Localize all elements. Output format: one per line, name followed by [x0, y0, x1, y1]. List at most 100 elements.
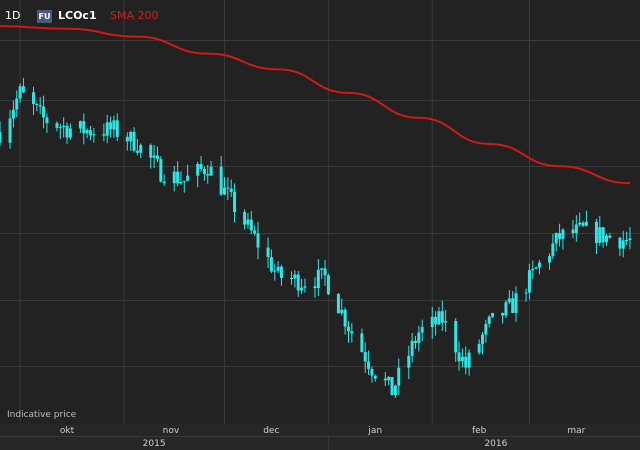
- candle-body: [491, 312, 495, 317]
- candle-body: [551, 243, 555, 257]
- candle-body: [313, 286, 317, 289]
- candle-body: [8, 118, 12, 143]
- candle-body: [507, 298, 511, 303]
- candle-body: [125, 136, 129, 142]
- candle-body: [625, 240, 629, 242]
- candle-body: [115, 120, 119, 137]
- candle-body: [45, 117, 49, 124]
- candle-body: [162, 181, 166, 184]
- candle-body: [316, 269, 320, 289]
- x-tick-label-month: mar: [567, 426, 585, 436]
- x-tick-label-month: okt: [60, 426, 75, 436]
- candle-body: [618, 237, 622, 249]
- candle-body: [460, 356, 464, 362]
- candle-body: [420, 327, 424, 333]
- candle-body: [383, 378, 387, 381]
- candle-body: [0, 132, 2, 143]
- instrument-type-badge: FU: [37, 10, 52, 23]
- candle-body: [430, 316, 434, 328]
- indicative-price-note: Indicative price: [7, 410, 77, 420]
- candle-body: [360, 333, 364, 352]
- candle-body: [457, 352, 461, 362]
- candle-body: [504, 302, 508, 316]
- candle-body: [346, 326, 350, 332]
- candle-body: [112, 120, 116, 130]
- candle-body: [608, 235, 612, 238]
- x-tick-label-month: feb: [472, 426, 487, 436]
- interval-label[interactable]: 1D: [5, 9, 20, 23]
- candle-body: [159, 158, 163, 182]
- candle-body: [598, 227, 602, 243]
- candle-body: [62, 125, 66, 128]
- candle-body: [243, 212, 247, 225]
- candle-body: [413, 340, 417, 343]
- candle-body: [481, 334, 485, 344]
- candle-body: [410, 340, 414, 356]
- candle-body: [249, 219, 253, 231]
- candle-body: [269, 257, 273, 272]
- candle-body: [276, 266, 280, 271]
- candle-body: [323, 268, 327, 276]
- candle-body: [135, 150, 139, 153]
- x-tick-label-month: dec: [263, 426, 279, 436]
- candle-body: [279, 266, 283, 278]
- candle-body: [199, 163, 203, 169]
- candle-body: [219, 166, 223, 195]
- candle-body: [202, 168, 206, 175]
- x-tick-label-year: 2016: [484, 439, 507, 449]
- candle-body: [18, 86, 22, 99]
- symbol-label[interactable]: LCOc1: [58, 9, 97, 23]
- candle-body: [132, 131, 136, 151]
- candle-body: [273, 270, 277, 272]
- candle-body: [92, 134, 96, 136]
- candle-body: [393, 385, 397, 396]
- candle-body: [387, 377, 391, 381]
- sma-indicator-label[interactable]: SMA 200: [110, 9, 159, 23]
- candle-body: [155, 155, 159, 159]
- candle-body: [531, 268, 535, 271]
- candle-body: [196, 163, 200, 176]
- candle-body: [182, 180, 186, 182]
- candle-body: [363, 351, 367, 362]
- candle-body: [82, 121, 86, 134]
- candle-body: [390, 377, 394, 396]
- candle-body: [303, 286, 307, 288]
- candle-body: [88, 130, 92, 136]
- candle-body: [554, 233, 558, 244]
- candle-body: [266, 247, 270, 258]
- candle-body: [300, 287, 304, 291]
- candle-body: [574, 224, 578, 234]
- candle-body: [109, 122, 113, 130]
- candle-body: [467, 352, 471, 368]
- candle-body: [487, 316, 491, 324]
- candle-body: [246, 219, 250, 225]
- candle-body: [397, 367, 401, 386]
- candle-body: [373, 375, 377, 379]
- candle-body: [584, 221, 588, 226]
- candle-body: [293, 274, 297, 279]
- candle-body: [209, 166, 213, 176]
- candle-body: [256, 233, 260, 248]
- candle-body: [524, 292, 528, 294]
- candle-body: [454, 321, 458, 353]
- candle-body: [206, 174, 210, 176]
- candle-body: [139, 145, 143, 153]
- candle-body: [621, 240, 625, 249]
- candle-body: [35, 104, 39, 106]
- candle-body: [78, 121, 82, 129]
- candle-body: [434, 316, 438, 325]
- candle-body: [340, 309, 344, 314]
- candle-body: [326, 275, 330, 295]
- candle-body: [11, 109, 15, 119]
- candle-body: [601, 227, 605, 243]
- candle-body: [65, 125, 69, 138]
- candle-body: [226, 187, 230, 189]
- candle-body: [628, 238, 632, 241]
- candle-body: [15, 98, 19, 110]
- candle-body: [149, 145, 153, 158]
- price-chart[interactable]: okt nov dec jan feb mar 2015 2016: [0, 0, 640, 450]
- candle-body: [417, 332, 421, 343]
- candle-body: [42, 106, 46, 118]
- candle-body: [407, 355, 411, 368]
- candle-body: [367, 361, 371, 370]
